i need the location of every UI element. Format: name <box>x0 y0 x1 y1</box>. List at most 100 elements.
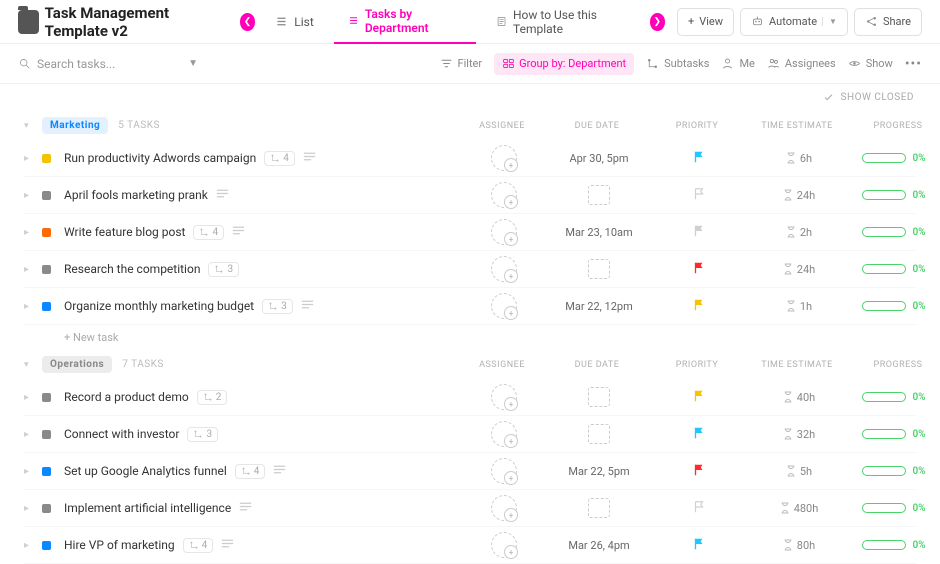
collapse-toggle[interactable]: ▾ <box>24 121 42 131</box>
assignee-add[interactable] <box>491 495 517 521</box>
subtask-count-badge[interactable]: 2 <box>197 390 228 405</box>
caret-icon[interactable]: ▸ <box>24 540 42 551</box>
task-row[interactable]: ▸Hire VP of marketing 4Mar 26, 4pm80h0% <box>24 527 916 564</box>
task-row[interactable]: ▸ Organize monthly marketing budget 3 Mar … <box>24 288 916 325</box>
priority-flag[interactable] <box>654 261 744 278</box>
task-row[interactable]: ▸April fools marketing prank24h0% <box>24 177 916 214</box>
time-estimate[interactable]: 5h <box>744 465 854 478</box>
status-square[interactable] <box>42 302 51 311</box>
tab-list[interactable]: List <box>261 0 328 44</box>
task-name-cell[interactable]: Research the competition 3 <box>64 262 464 277</box>
description-icon[interactable] <box>216 188 229 202</box>
caret-icon[interactable]: ▸ <box>24 227 42 238</box>
task-name-cell[interactable]: April fools marketing prank <box>64 188 464 202</box>
status-square[interactable] <box>42 504 51 513</box>
progress-cell[interactable]: 0% <box>854 301 934 312</box>
description-icon[interactable] <box>301 299 314 313</box>
task-name-cell[interactable]: Hire VP of marketing 4 <box>64 538 464 553</box>
me-button[interactable]: Me <box>721 57 754 70</box>
status-square[interactable] <box>42 430 51 439</box>
priority-flag[interactable] <box>654 463 744 480</box>
tab-tasks-by-dept[interactable]: Tasks by Department <box>334 0 476 44</box>
status-square[interactable] <box>42 228 51 237</box>
priority-flag[interactable] <box>654 500 744 517</box>
subtask-count-badge[interactable]: 3 <box>208 262 239 277</box>
due-date-empty[interactable] <box>588 387 610 407</box>
assignee-add[interactable] <box>491 182 517 208</box>
task-name-cell[interactable]: Record a product demo 2 <box>64 390 464 405</box>
group-name-pill[interactable]: Operations <box>42 356 112 373</box>
caret-icon[interactable]: ▸ <box>24 503 42 514</box>
task-name-cell[interactable]: Organize monthly marketing budget 3 <box>64 299 464 314</box>
due-date[interactable]: Mar 22, 5pm <box>544 465 654 478</box>
due-date[interactable]: Apr 30, 5pm <box>544 152 654 165</box>
priority-flag[interactable] <box>654 187 744 204</box>
due-date-empty[interactable] <box>588 424 610 444</box>
subtask-count-badge[interactable]: 4 <box>183 538 214 553</box>
task-row[interactable]: ▸Record a product demo 240h0% <box>24 379 916 416</box>
status-square[interactable] <box>42 467 51 476</box>
priority-flag[interactable] <box>654 224 744 241</box>
assignee-add[interactable] <box>491 532 517 558</box>
automate-button[interactable]: Automate ▼ <box>740 8 848 36</box>
progress-cell[interactable]: 0% <box>854 429 934 440</box>
description-icon[interactable] <box>303 151 316 165</box>
task-row[interactable]: ▸Research the competition 324h0% <box>24 251 916 288</box>
collapse-toggle[interactable]: ▾ <box>24 360 42 370</box>
time-estimate[interactable]: 1h <box>744 300 854 313</box>
due-date[interactable]: Mar 22, 12pm <box>544 300 654 313</box>
status-square[interactable] <box>42 265 51 274</box>
priority-flag[interactable] <box>654 537 744 554</box>
due-date-empty[interactable] <box>588 259 610 279</box>
progress-cell[interactable]: 0% <box>854 190 934 201</box>
due-date[interactable]: Mar 23, 10am <box>544 226 654 239</box>
progress-cell[interactable]: 0% <box>854 227 934 238</box>
due-date-empty[interactable] <box>588 498 610 518</box>
task-row[interactable]: ▸Connect with investor 332h0% <box>24 416 916 453</box>
assignee-add[interactable] <box>491 145 517 171</box>
status-square[interactable] <box>42 393 51 402</box>
time-estimate[interactable]: 6h <box>744 152 854 165</box>
caret-icon[interactable]: ▸ <box>24 301 42 312</box>
filter-button[interactable]: Filter <box>440 57 483 70</box>
time-estimate[interactable]: 24h <box>744 189 854 202</box>
show-button[interactable]: Show <box>848 57 893 70</box>
caret-icon[interactable]: ▸ <box>24 466 42 477</box>
task-name-cell[interactable]: Connect with investor 3 <box>64 427 464 442</box>
status-square[interactable] <box>42 154 51 163</box>
subtasks-button[interactable]: Subtasks <box>646 57 709 70</box>
priority-flag[interactable] <box>654 426 744 443</box>
task-name-cell[interactable]: Run productivity Adwords campaign 4 <box>64 151 464 166</box>
subtask-count-badge[interactable]: 3 <box>262 299 293 314</box>
tab-how-to-use[interactable]: How to Use this Template <box>482 0 644 44</box>
assignees-button[interactable]: Assignees <box>767 57 836 70</box>
priority-flag[interactable] <box>654 389 744 406</box>
priority-flag[interactable] <box>654 150 744 167</box>
subtask-count-badge[interactable]: 4 <box>235 464 266 479</box>
group-name-pill[interactable]: Marketing <box>42 117 108 134</box>
progress-cell[interactable]: 0% <box>854 466 934 477</box>
task-row[interactable]: ▸Implement artificial intelligence480h0% <box>24 490 916 527</box>
caret-icon[interactable]: ▸ <box>24 190 42 201</box>
time-estimate[interactable]: 24h <box>744 263 854 276</box>
subtask-count-badge[interactable]: 4 <box>264 151 295 166</box>
caret-icon[interactable]: ▸ <box>24 264 42 275</box>
caret-icon[interactable]: ▸ <box>24 429 42 440</box>
progress-cell[interactable]: 0% <box>854 153 934 164</box>
assignee-add[interactable] <box>491 293 517 319</box>
group-by-chip[interactable]: Group by: Department <box>494 53 634 75</box>
subtask-count-badge[interactable]: 3 <box>187 427 218 442</box>
chevron-down-icon[interactable]: ▼ <box>188 58 198 69</box>
description-icon[interactable] <box>239 501 252 515</box>
progress-cell[interactable]: 0% <box>854 540 934 551</box>
assignee-add[interactable] <box>491 384 517 410</box>
view-button[interactable]: +View <box>677 8 734 36</box>
subtask-count-badge[interactable]: 4 <box>193 225 224 240</box>
progress-cell[interactable]: 0% <box>854 264 934 275</box>
task-row[interactable]: ▸Set up Google Analytics funnel 4Mar 22,… <box>24 453 916 490</box>
description-icon[interactable] <box>273 464 286 478</box>
caret-icon[interactable]: ▸ <box>24 153 42 164</box>
nav-next-button[interactable]: ❯ <box>650 13 665 31</box>
new-task-button[interactable]: + New task <box>24 325 916 350</box>
assignee-add[interactable] <box>491 219 517 245</box>
